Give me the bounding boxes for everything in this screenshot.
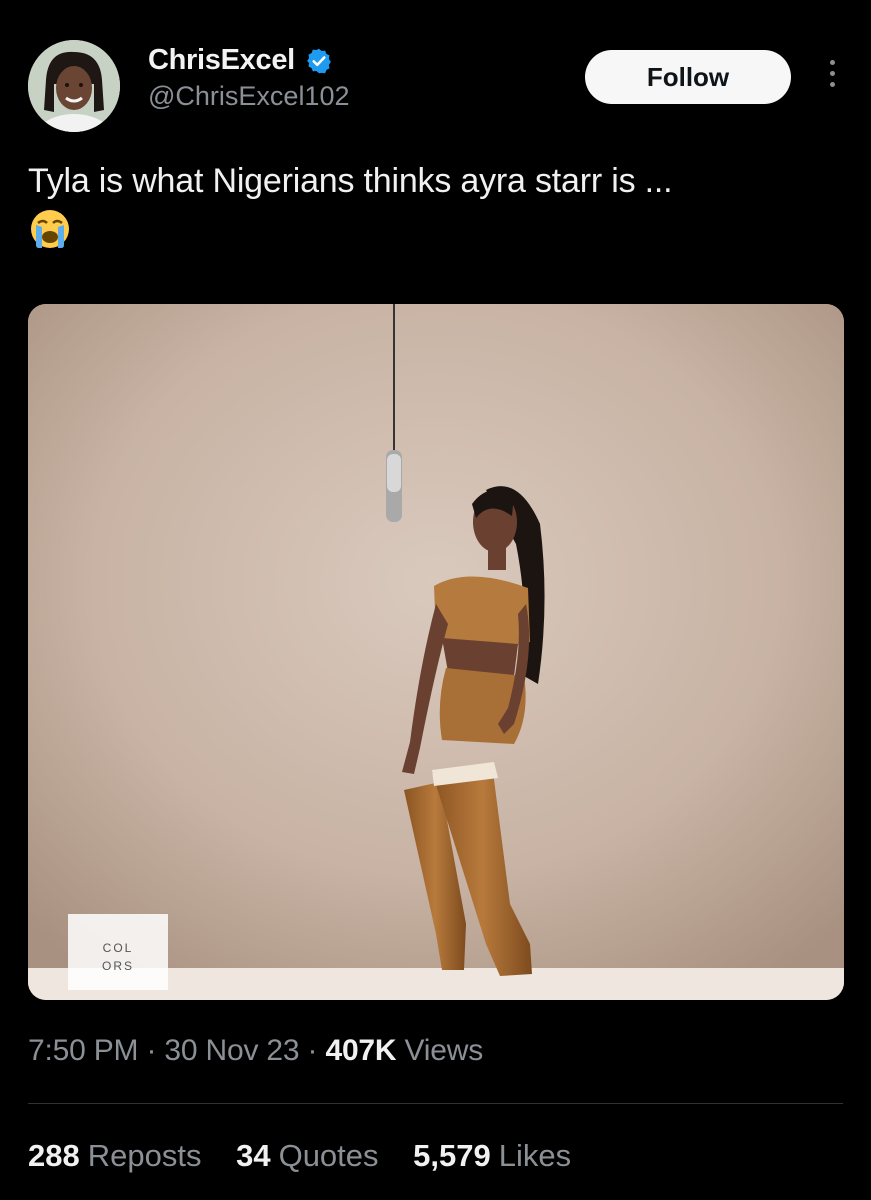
tweet-time[interactable]: 7:50 PM xyxy=(28,1034,139,1067)
watermark-line-2: ORS xyxy=(102,959,134,973)
quotes-label: Quotes xyxy=(278,1138,379,1173)
watermark-line-1: COL xyxy=(103,941,134,955)
media-photo: COL ORS xyxy=(28,304,844,1000)
loudly-crying-face-emoji-icon xyxy=(31,210,69,249)
likes-label: Likes xyxy=(498,1138,572,1173)
quotes-count: 34 xyxy=(236,1138,271,1173)
author-names: ChrisExcel @ChrisExcel102 xyxy=(148,44,350,112)
avatar[interactable] xyxy=(28,40,120,132)
reposts-label: Reposts xyxy=(87,1138,202,1173)
author-handle[interactable]: @ChrisExcel102 xyxy=(148,81,350,112)
tweet-date[interactable]: 30 Nov 23 xyxy=(164,1034,299,1067)
tweet-media-image[interactable]: COL ORS xyxy=(28,304,844,1000)
quotes-stat[interactable]: 34 Quotes xyxy=(236,1138,378,1174)
likes-stat[interactable]: 5,579 Likes xyxy=(413,1138,571,1174)
reposts-count: 288 xyxy=(28,1138,80,1173)
tweet-meta: 7:50 PM · 30 Nov 23 · 407K Views xyxy=(28,1034,483,1068)
author-display-name[interactable]: ChrisExcel xyxy=(148,44,295,77)
verified-badge-icon xyxy=(307,48,332,73)
tweet-header: ChrisExcel @ChrisExcel102 Follow xyxy=(28,38,843,138)
meta-separator: · xyxy=(146,1034,157,1067)
avatar-image xyxy=(28,40,120,132)
views-count: 407K xyxy=(325,1034,397,1067)
views-label: Views xyxy=(404,1034,484,1067)
tweet-text: Tyla is what Nigerians thinks ayra starr… xyxy=(28,162,673,200)
tweet-text-container: Tyla is what Nigerians thinks ayra starr… xyxy=(28,158,848,251)
divider xyxy=(28,1103,843,1104)
follow-button[interactable]: Follow xyxy=(585,50,791,104)
meta-separator: · xyxy=(307,1034,318,1067)
more-vertical-icon[interactable] xyxy=(825,60,839,96)
reposts-stat[interactable]: 288 Reposts xyxy=(28,1138,201,1174)
likes-count: 5,579 xyxy=(413,1138,491,1173)
tweet-stats: 288 Reposts 34 Quotes 5,579 Likes xyxy=(28,1138,597,1174)
